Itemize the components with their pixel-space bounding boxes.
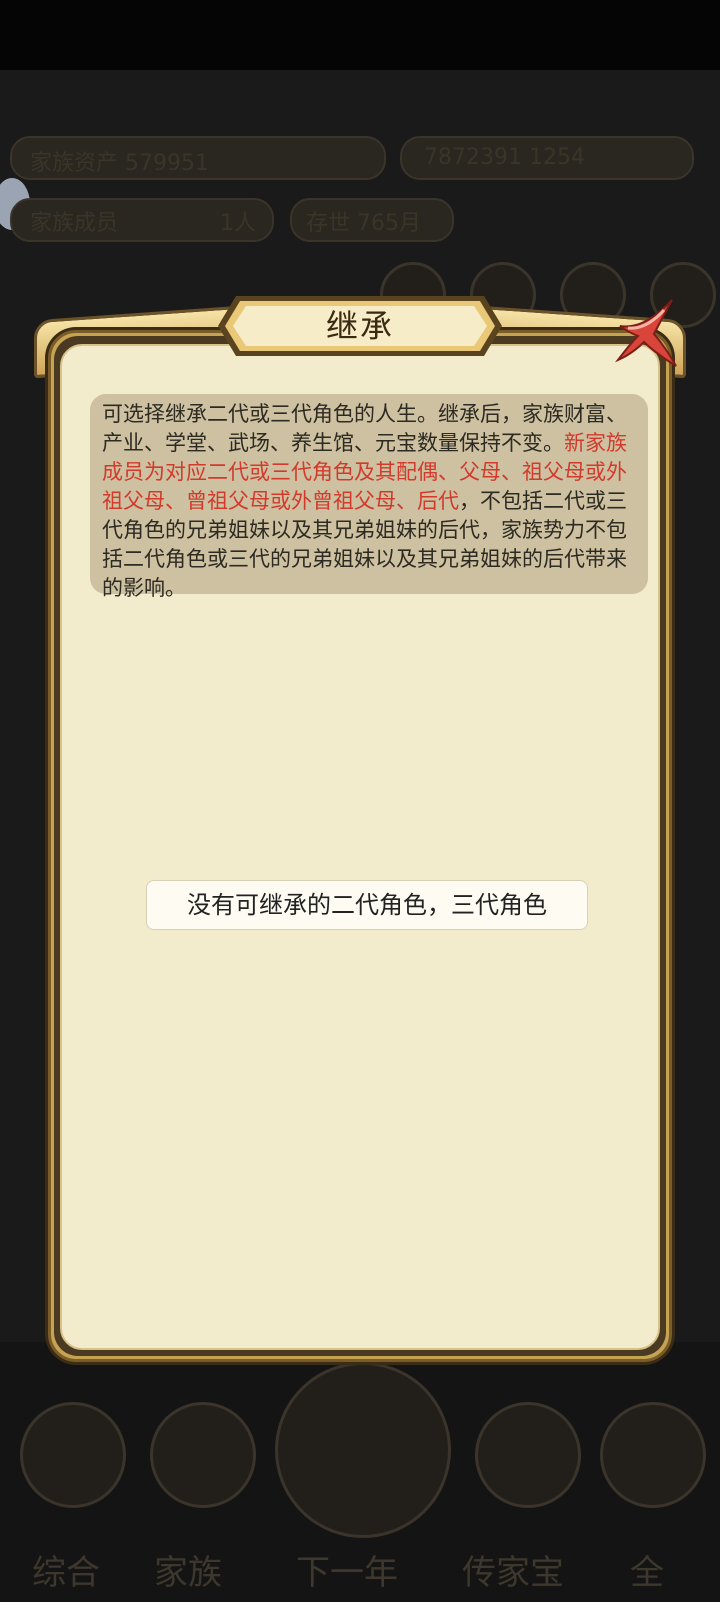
bg-nav-label: 下一年 bbox=[296, 1553, 398, 1593]
bg-nav-label: 综合 bbox=[32, 1553, 100, 1593]
bg-nav-label: 全 bbox=[630, 1553, 664, 1593]
close-button[interactable] bbox=[614, 296, 678, 368]
bg-members-count: 1人 bbox=[220, 211, 256, 236]
empty-inherit-notice: 没有可继承的二代角色，三代角色 bbox=[146, 880, 588, 930]
status-bar bbox=[0, 0, 720, 70]
bg-nav-icon bbox=[20, 1402, 126, 1508]
close-icon bbox=[614, 299, 677, 367]
bg-nav-icon bbox=[150, 1402, 256, 1508]
dialog-title: 继承 bbox=[325, 307, 394, 345]
dialog-title-plate: 继承 bbox=[216, 292, 504, 360]
bg-nav-icon bbox=[275, 1362, 451, 1538]
bg-bottom-nav: 综合 家族 下一年 传家宝 全 bbox=[0, 1342, 720, 1602]
dialog-body: 可选择继承二代或三代角色的人生。继承后，家族财富、产业、学堂、武场、养生馆、元宝… bbox=[60, 344, 660, 1350]
bg-nav-icon bbox=[475, 1402, 581, 1508]
bg-family-assets-text: 家族资产 579951 bbox=[30, 151, 209, 176]
bg-nav-icon bbox=[600, 1402, 706, 1508]
bg-nav-label: 家族 bbox=[154, 1553, 222, 1593]
bg-currency-text: 7872391 1254 bbox=[424, 145, 585, 170]
bg-age-text: 存世 765月 bbox=[306, 211, 421, 236]
inherit-description: 可选择继承二代或三代角色的人生。继承后，家族财富、产业、学堂、武场、养生馆、元宝… bbox=[90, 394, 648, 600]
bg-nav-label: 传家宝 bbox=[462, 1553, 564, 1593]
description-text: 可选择继承二代或三代角色的人生。继承后，家族财富、产业、学堂、武场、养生馆、元宝… bbox=[102, 402, 627, 455]
bg-members-text: 家族成员 bbox=[30, 211, 119, 236]
inherit-dialog: 可选择继承二代或三代角色的人生。继承后，家族财富、产业、学堂、武场、养生馆、元宝… bbox=[34, 296, 686, 1362]
